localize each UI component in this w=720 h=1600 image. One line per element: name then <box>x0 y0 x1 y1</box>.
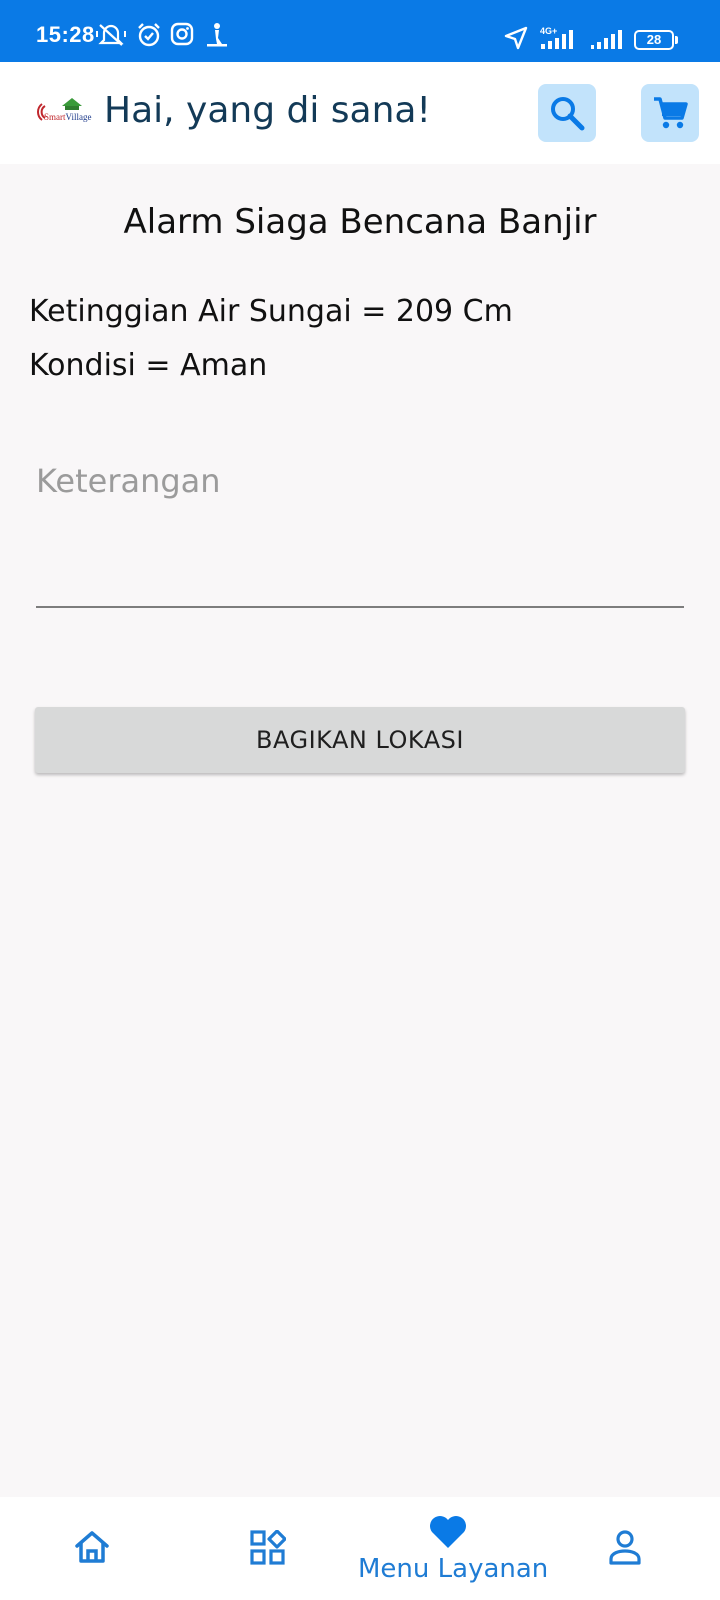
screen: 15:28 4G+ 28 SmartVillage Hai, yang di s… <box>0 0 720 1600</box>
cart-button[interactable] <box>641 84 699 142</box>
search-icon <box>551 97 585 131</box>
nav-home[interactable] <box>74 1530 110 1568</box>
instagram-icon <box>170 22 194 50</box>
cart-icon <box>654 97 688 129</box>
keterangan-field[interactable]: Keterangan <box>36 452 684 608</box>
page-title: Alarm Siaga Bencana Banjir <box>123 202 597 242</box>
signal-2-icon <box>590 30 624 54</box>
battery-indicator: 28 <box>634 30 674 50</box>
nav-menu-layanan-label[interactable]: Menu Layanan <box>358 1554 548 1584</box>
alarm-icon <box>136 22 162 52</box>
grid-icon <box>250 1529 287 1565</box>
profile-icon <box>609 1530 641 1565</box>
condition-text: Kondisi = Aman <box>29 348 268 383</box>
logo-text: SmartVillage <box>44 112 92 122</box>
water-level-text: Ketinggian Air Sungai = 209 Cm <box>29 294 513 329</box>
signal-1-icon <box>540 30 576 54</box>
battery-tip <box>675 36 678 44</box>
mute-bell-icon <box>96 22 126 52</box>
nav-menu-layanan[interactable] <box>428 1514 468 1554</box>
share-location-button[interactable]: BAGIKAN LOKASI <box>35 707 685 773</box>
nav-profile[interactable] <box>608 1530 642 1570</box>
smart-village-logo: SmartVillage <box>32 98 92 128</box>
status-time: 15:28 <box>36 22 95 47</box>
greeting-title: Hai, yang di sana! <box>104 90 431 131</box>
heart-icon <box>430 1516 466 1548</box>
nav-services[interactable] <box>250 1529 287 1570</box>
status-bar: 15:28 4G+ 28 <box>0 0 720 62</box>
keterangan-input[interactable] <box>36 452 684 606</box>
home-icon <box>75 1531 109 1563</box>
location-arrow-icon <box>504 26 528 54</box>
search-button[interactable] <box>538 84 596 142</box>
app-notification-icon <box>204 22 230 52</box>
